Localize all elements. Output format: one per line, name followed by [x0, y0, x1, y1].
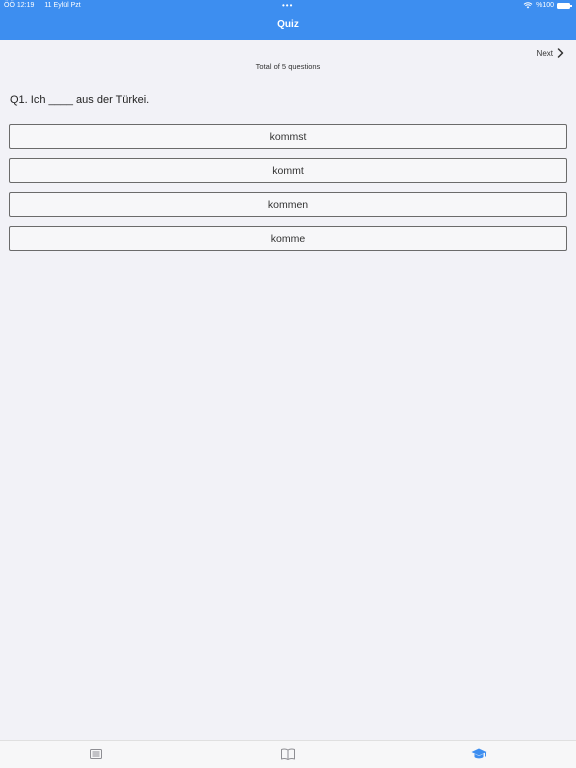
next-button[interactable]: Next	[537, 48, 564, 58]
answer-option[interactable]: kommt	[9, 158, 567, 183]
answer-option[interactable]: kommst	[9, 124, 567, 149]
answer-option[interactable]: kommen	[9, 192, 567, 217]
tab-quiz[interactable]	[471, 747, 487, 761]
multitasking-dots-icon[interactable]: •••	[282, 1, 293, 10]
tab-bar	[0, 740, 576, 768]
status-right: %100	[523, 2, 572, 9]
tab-book[interactable]	[280, 747, 296, 761]
answer-option[interactable]: komme	[9, 226, 567, 251]
book-icon	[281, 748, 295, 760]
status-time: ÖÖ 12:19	[4, 2, 35, 9]
status-left: ÖÖ 12:19 11 Eylül Pzt	[4, 2, 89, 9]
status-bar: ÖÖ 12:19 11 Eylül Pzt ••• %100	[0, 0, 576, 12]
chevron-right-icon	[557, 48, 564, 58]
tab-list[interactable]	[88, 747, 104, 761]
list-icon	[90, 749, 102, 759]
page-title: Quiz	[277, 19, 299, 30]
status-date: 11 Eylül Pzt	[44, 2, 81, 9]
total-questions-label: Total of 5 questions	[255, 62, 321, 71]
graduation-cap-icon	[471, 748, 487, 759]
battery-icon	[557, 2, 572, 9]
next-label: Next	[536, 48, 553, 58]
wifi-icon	[523, 2, 533, 9]
answer-options: kommst kommt kommen komme	[9, 124, 567, 260]
navigation-header: ÖÖ 12:19 11 Eylül Pzt ••• %100 Quiz	[0, 0, 576, 40]
question-text: Q1. Ich ____ aus der Türkei.	[10, 94, 150, 106]
battery-percent: %100	[536, 2, 554, 9]
